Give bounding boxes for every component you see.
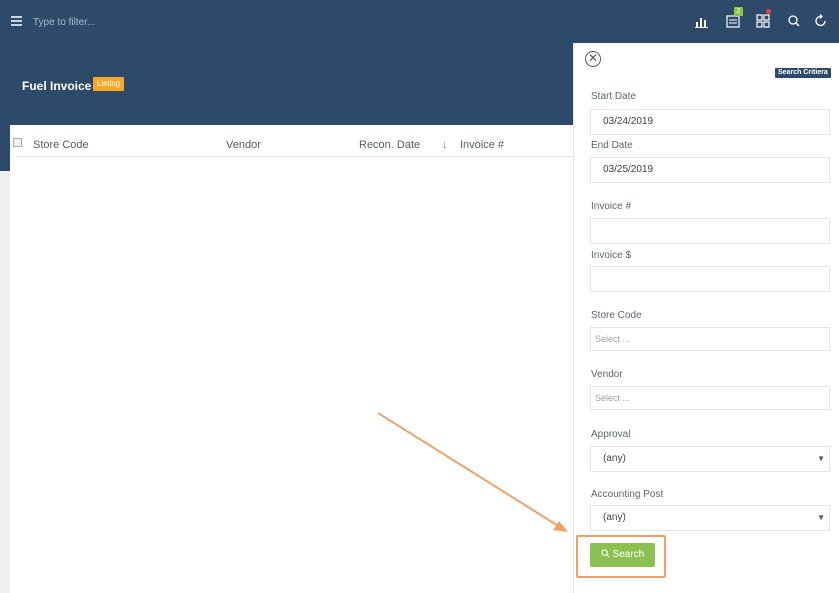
accounting-post-dropdown[interactable]: (any) ▼ — [590, 505, 830, 531]
chevron-down-icon: ▼ — [817, 454, 825, 463]
search-icon[interactable] — [785, 12, 803, 30]
column-header-vendor[interactable]: Vendor — [226, 139, 261, 151]
search-icon — [601, 549, 610, 558]
alert-dot — [766, 9, 771, 14]
page-title: Fuel Invoice — [22, 79, 92, 93]
search-criteria-badge: Search Critiera — [775, 68, 831, 78]
approval-label: Approval — [591, 429, 631, 440]
notification-badge: 2 — [734, 7, 743, 16]
column-header-store-code[interactable]: Store Code — [33, 139, 89, 151]
grid-icon[interactable] — [754, 12, 772, 30]
search-button-label: Search — [612, 549, 645, 560]
listing-card: Store Code Vendor Recon. Date Invoice # — [10, 125, 575, 593]
refresh-icon[interactable] — [812, 12, 830, 30]
bar-chart-icon[interactable] — [693, 12, 711, 30]
filter-input[interactable] — [33, 13, 233, 31]
left-strip — [0, 171, 10, 593]
search-button[interactable]: Search — [590, 543, 655, 567]
store-code-label: Store Code — [591, 310, 642, 321]
column-header-recon-date[interactable]: Recon. Date — [359, 139, 420, 151]
chevron-down-icon: ▼ — [817, 513, 825, 522]
accounting-post-value: (any) — [603, 512, 626, 523]
vendor-select[interactable]: Select ... — [590, 386, 830, 410]
sort-arrow-icon[interactable]: ↓ — [442, 139, 448, 151]
invoice-no-field[interactable] — [590, 218, 830, 244]
vendor-label: Vendor — [591, 369, 623, 380]
approval-dropdown[interactable]: (any) ▼ — [590, 446, 830, 472]
start-date-field[interactable]: 03/24/2019 — [590, 109, 830, 135]
column-header-invoice-no[interactable]: Invoice # — [460, 139, 504, 151]
start-date-label: Start Date — [591, 91, 637, 102]
top-bar — [0, 0, 839, 43]
close-icon[interactable]: ✕ — [585, 51, 601, 67]
menu-icon[interactable] — [11, 16, 22, 26]
invoice-amount-field[interactable] — [590, 266, 830, 292]
invoice-no-label: Invoice # — [591, 201, 632, 212]
approval-value: (any) — [603, 453, 626, 464]
select-all-checkbox[interactable] — [13, 138, 22, 147]
end-date-field[interactable]: 03/25/2019 — [590, 157, 830, 183]
store-code-select[interactable]: Select ... — [590, 327, 830, 351]
accounting-post-label: Accounting Post — [591, 489, 664, 500]
table-header: Store Code Vendor Recon. Date Invoice # — [17, 135, 574, 157]
listing-badge: Listing — [93, 77, 125, 91]
end-date-label: End Date — [591, 140, 633, 151]
invoice-amount-label: Invoice $ — [591, 250, 632, 261]
